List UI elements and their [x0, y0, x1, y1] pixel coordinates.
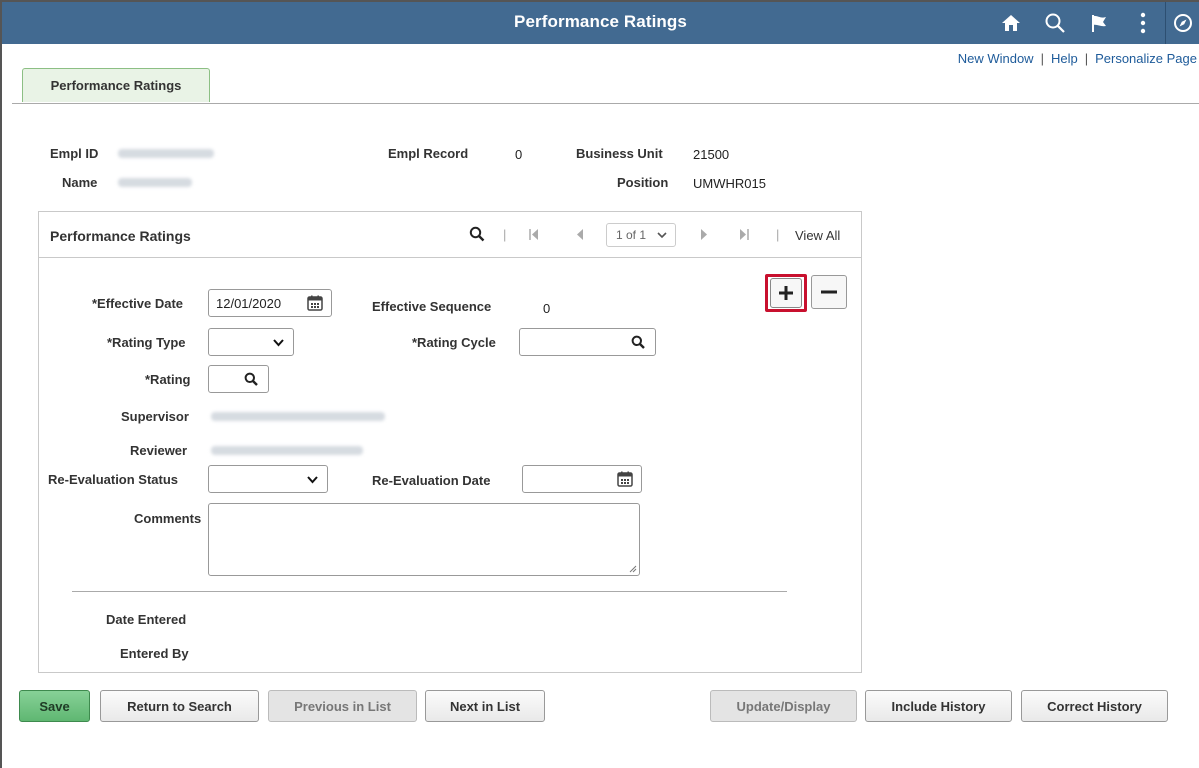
resize-handle-icon[interactable]: [629, 565, 637, 573]
comments-label: Comments: [134, 511, 202, 526]
effective-date-input[interactable]: 12/01/2020: [208, 289, 332, 317]
effective-sequence-value: 0: [543, 301, 551, 316]
performance-ratings-panel: Performance Ratings | 1 of 1 | View All: [38, 211, 862, 673]
save-button[interactable]: Save: [19, 690, 90, 722]
plus-icon: [779, 286, 793, 300]
top-links: New Window | Help | Personalize Page: [958, 51, 1197, 66]
date-entered-label: Date Entered: [106, 612, 187, 627]
name-value-redacted: [118, 178, 192, 187]
comments-textarea[interactable]: [208, 503, 640, 576]
new-window-link[interactable]: New Window: [958, 51, 1034, 66]
header-toolbar: [989, 2, 1199, 44]
pager-dropdown[interactable]: 1 of 1: [606, 223, 676, 247]
panel-header: Performance Ratings | 1 of 1 | View All: [39, 212, 861, 258]
chevron-down-icon: [657, 232, 667, 239]
rating-type-label: *Rating Type: [107, 335, 186, 350]
personalize-page-link[interactable]: Personalize Page: [1095, 51, 1197, 66]
previous-in-list-button[interactable]: Previous in List: [268, 690, 417, 722]
return-to-search-button[interactable]: Return to Search: [100, 690, 259, 722]
view-all-link[interactable]: View All: [795, 228, 840, 243]
effective-sequence-label: Effective Sequence: [372, 299, 492, 314]
business-unit-label: Business Unit: [576, 146, 663, 161]
name-label: Name: [62, 175, 98, 190]
pager-value: 1 of 1: [616, 228, 647, 242]
compass-icon[interactable]: [1165, 2, 1199, 44]
entered-by-label: Entered By: [120, 646, 189, 661]
first-page-icon[interactable]: [529, 229, 539, 240]
position-value: UMWHR015: [693, 176, 766, 191]
link-separator: |: [1084, 51, 1089, 66]
reeval-date-label: Re-Evaluation Date: [372, 473, 491, 488]
reviewer-label: Reviewer: [130, 443, 188, 458]
nav-separator: |: [503, 227, 507, 242]
help-link[interactable]: Help: [1051, 51, 1078, 66]
home-icon[interactable]: [989, 2, 1033, 44]
magnifier-icon[interactable]: [631, 335, 645, 349]
section-divider: [72, 591, 787, 592]
reviewer-value-redacted: [211, 446, 363, 455]
reeval-date-input[interactable]: [522, 465, 642, 493]
search-icon[interactable]: [1033, 2, 1077, 44]
rating-label: *Rating: [145, 372, 191, 387]
tab-label: Performance Ratings: [50, 78, 182, 93]
next-in-list-button[interactable]: Next in List: [425, 690, 545, 722]
kebab-menu-icon[interactable]: [1121, 2, 1165, 44]
empl-id-label: Empl ID: [50, 146, 99, 161]
rating-input[interactable]: [208, 365, 269, 393]
update-display-button[interactable]: Update/Display: [710, 690, 857, 722]
position-label: Position: [617, 175, 669, 190]
add-row-button[interactable]: [770, 278, 802, 308]
empl-record-value: 0: [515, 147, 523, 162]
supervisor-value-redacted: [211, 412, 385, 421]
reeval-status-label: Re-Evaluation Status: [48, 472, 179, 487]
effective-date-label: *Effective Date: [92, 296, 184, 311]
chevron-down-icon: [307, 476, 318, 484]
flag-icon[interactable]: [1077, 2, 1121, 44]
tab-divider: [12, 103, 1199, 104]
supervisor-label: Supervisor: [121, 409, 189, 424]
find-icon[interactable]: [469, 226, 485, 242]
effective-date-value: 12/01/2020: [216, 296, 282, 311]
chevron-down-icon: [273, 339, 284, 347]
empl-record-label: Empl Record: [388, 146, 469, 161]
rating-type-select[interactable]: [208, 328, 294, 356]
panel-title: Performance Ratings: [50, 228, 191, 244]
include-history-button[interactable]: Include History: [865, 690, 1012, 722]
minus-icon: [821, 290, 837, 294]
business-unit-value: 21500: [693, 147, 730, 162]
rating-cycle-label: *Rating Cycle: [412, 335, 496, 350]
last-page-icon[interactable]: [739, 229, 749, 240]
tab-performance-ratings[interactable]: Performance Ratings: [22, 68, 210, 102]
previous-page-icon[interactable]: [576, 229, 583, 240]
link-separator: |: [1040, 51, 1044, 66]
empl-id-value-redacted: [118, 149, 214, 158]
calendar-icon[interactable]: [617, 471, 633, 487]
reeval-status-select[interactable]: [208, 465, 328, 493]
page-header-banner: Performance Ratings: [2, 2, 1199, 44]
magnifier-icon[interactable]: [244, 372, 258, 386]
correct-history-button[interactable]: Correct History: [1021, 690, 1168, 722]
rating-cycle-input[interactable]: [519, 328, 656, 356]
next-page-icon[interactable]: [701, 229, 708, 240]
nav-separator: |: [776, 227, 780, 242]
calendar-icon[interactable]: [307, 295, 323, 311]
delete-row-button[interactable]: [811, 275, 847, 309]
